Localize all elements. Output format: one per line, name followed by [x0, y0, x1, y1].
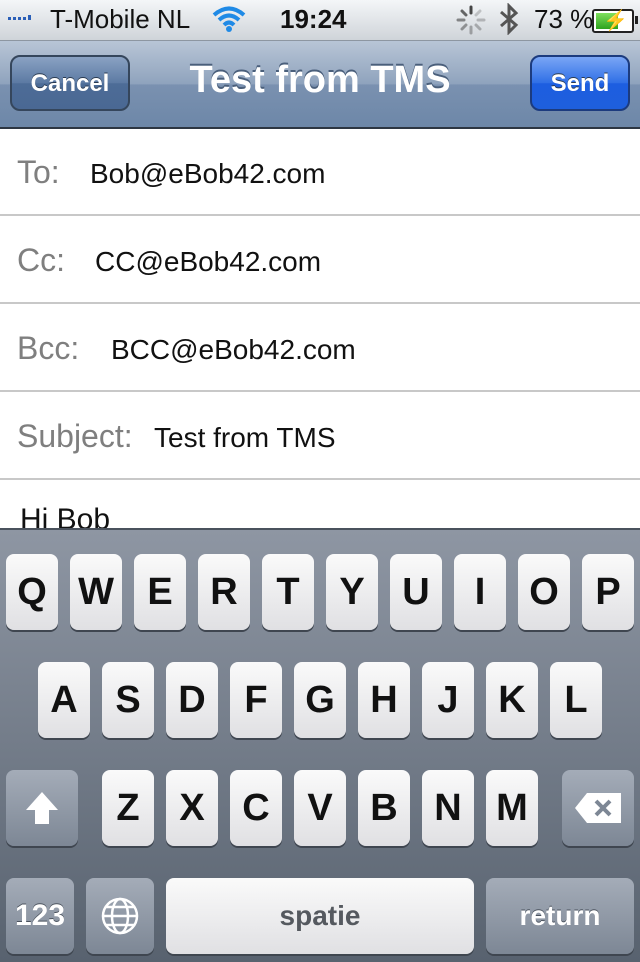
cc-field[interactable]: Cc: CC@eBob42.com: [0, 216, 640, 304]
key-r[interactable]: R: [198, 554, 250, 630]
key-m[interactable]: M: [486, 770, 538, 846]
status-bar: T-Mobile NL 19:24 73 % ⚡: [0, 0, 640, 41]
carrier-name: T-Mobile NL: [50, 4, 191, 34]
key-a[interactable]: A: [38, 662, 90, 738]
bcc-value[interactable]: BCC@eBob42.com: [111, 334, 356, 366]
key-t[interactable]: T: [262, 554, 314, 630]
key-b[interactable]: B: [358, 770, 410, 846]
key-c[interactable]: C: [230, 770, 282, 846]
to-field[interactable]: To: Bob@eBob42.com: [0, 128, 640, 216]
wifi-icon: [212, 6, 246, 32]
key-l[interactable]: L: [550, 662, 602, 738]
key-j[interactable]: J: [422, 662, 474, 738]
return-key[interactable]: return: [486, 878, 634, 954]
key-f[interactable]: F: [230, 662, 282, 738]
bcc-label: Bcc:: [17, 330, 80, 366]
key-o[interactable]: O: [518, 554, 570, 630]
cancel-button[interactable]: Cancel: [10, 55, 130, 111]
key-q[interactable]: Q: [6, 554, 58, 630]
navigation-bar: Cancel Test from TMS Send: [0, 41, 640, 129]
numbers-key[interactable]: 123: [6, 878, 74, 954]
key-z[interactable]: Z: [102, 770, 154, 846]
key-k[interactable]: K: [486, 662, 538, 738]
key-e[interactable]: E: [134, 554, 186, 630]
key-y[interactable]: Y: [326, 554, 378, 630]
bluetooth-icon: [500, 3, 519, 35]
key-g[interactable]: G: [294, 662, 346, 738]
key-v[interactable]: V: [294, 770, 346, 846]
key-x[interactable]: X: [166, 770, 218, 846]
activity-spinner-icon: [456, 5, 486, 35]
cc-value[interactable]: CC@eBob42.com: [95, 246, 321, 278]
cc-label: Cc:: [17, 242, 65, 278]
signal-icon: [8, 15, 31, 20]
key-u[interactable]: U: [390, 554, 442, 630]
shift-key[interactable]: [6, 770, 78, 846]
key-d[interactable]: D: [166, 662, 218, 738]
key-i[interactable]: I: [454, 554, 506, 630]
subject-value[interactable]: Test from TMS: [154, 422, 336, 454]
page-title: Test from TMS: [189, 59, 451, 101]
key-n[interactable]: N: [422, 770, 474, 846]
key-p[interactable]: P: [582, 554, 634, 630]
send-button[interactable]: Send: [530, 55, 630, 111]
bcc-field[interactable]: Bcc: BCC@eBob42.com: [0, 304, 640, 392]
subject-field[interactable]: Subject: Test from TMS: [0, 392, 640, 480]
shift-icon: [26, 792, 58, 824]
globe-key[interactable]: [86, 878, 154, 954]
key-h[interactable]: H: [358, 662, 410, 738]
clock: 19:24: [280, 4, 347, 34]
key-s[interactable]: S: [102, 662, 154, 738]
subject-label: Subject:: [17, 418, 133, 454]
battery-percent: 73 %: [534, 4, 594, 34]
key-w[interactable]: W: [70, 554, 122, 630]
keyboard: Q W E R T Y U I O P A S D F G H J K L Z …: [0, 528, 640, 962]
delete-key[interactable]: [562, 770, 634, 846]
globe-icon: [101, 897, 139, 935]
to-value[interactable]: Bob@eBob42.com: [90, 158, 325, 190]
space-key[interactable]: spatie: [166, 878, 474, 954]
battery-icon: ⚡: [592, 9, 638, 33]
delete-icon: [575, 793, 621, 823]
to-label: To:: [17, 154, 60, 190]
